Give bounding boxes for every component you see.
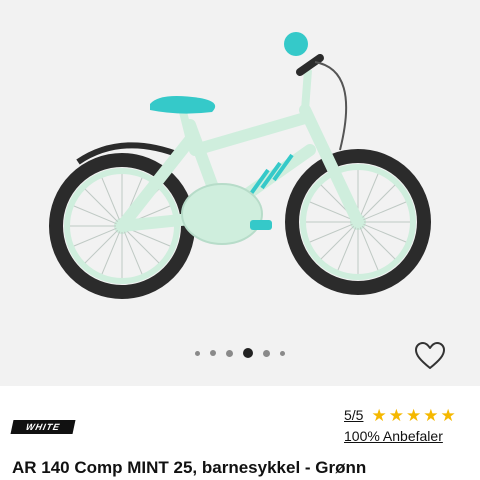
recommend-link[interactable]: 100% Anbefaler xyxy=(344,428,443,444)
rating-value[interactable]: 5/5 xyxy=(344,407,363,423)
gallery-dot[interactable] xyxy=(226,349,233,357)
heart-outline-icon xyxy=(415,342,445,369)
rating-stars: ★ ★ ★ ★ ★ xyxy=(371,407,455,424)
gallery-dot[interactable] xyxy=(195,350,200,356)
product-title: AR 140 Comp MINT 25, barnesykkel - Grønn xyxy=(12,458,367,477)
gallery-dot[interactable] xyxy=(210,350,216,356)
star-icon: ★ xyxy=(371,405,387,425)
product-image-gallery[interactable] xyxy=(0,0,480,386)
favorite-button[interactable] xyxy=(414,340,446,372)
handlebar-grip xyxy=(296,54,324,76)
gallery-dot[interactable] xyxy=(280,350,285,356)
rating-summary[interactable]: 5/5 ★ ★ ★ ★ ★ xyxy=(344,405,456,425)
frame-stripes xyxy=(248,153,294,197)
stem xyxy=(301,69,312,111)
chainguard xyxy=(181,183,263,245)
saddle xyxy=(150,96,216,114)
gallery-pagination xyxy=(0,347,480,359)
brand-name: WHITE xyxy=(24,422,62,432)
star-icon: ★ xyxy=(440,405,456,425)
star-icon: ★ xyxy=(388,405,404,425)
star-icon: ★ xyxy=(405,405,422,425)
pedal xyxy=(250,220,272,230)
brand-logo[interactable]: WHITE xyxy=(10,420,76,434)
gallery-dot[interactable] xyxy=(263,349,270,357)
star-icon: ★ xyxy=(423,405,439,425)
bell xyxy=(284,32,308,56)
gallery-dot-active[interactable] xyxy=(243,348,253,358)
bike-image xyxy=(49,32,431,299)
